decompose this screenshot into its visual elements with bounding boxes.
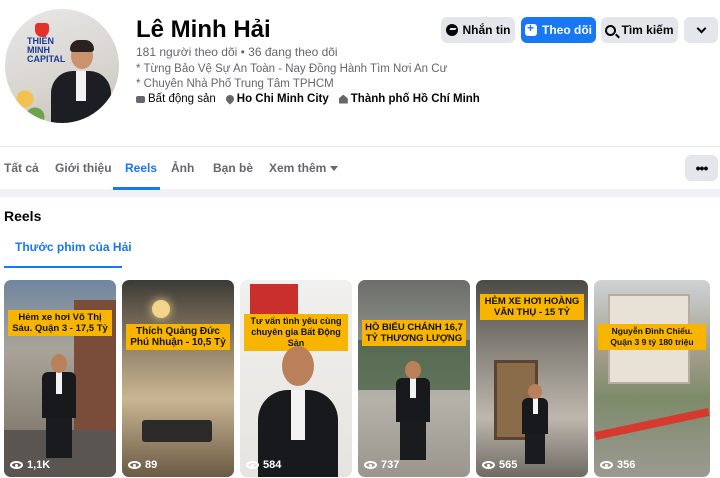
tab-about[interactable]: Giới thiệu — [55, 161, 112, 175]
eye-icon — [246, 461, 259, 469]
bio-line-2: * Chuyên Nhà Phố Trung Tâm TPHCM — [136, 78, 334, 90]
reel-person-head — [282, 346, 314, 386]
reel-views: 1,1K — [10, 459, 50, 471]
message-button[interactable]: Nhắn tin — [441, 17, 515, 43]
active-tab-indicator — [113, 187, 160, 190]
briefcase-icon — [136, 95, 145, 103]
eye-icon — [364, 461, 377, 469]
home-icon — [338, 94, 348, 104]
reel-views: 356 — [600, 459, 635, 471]
tab-all[interactable]: Tất cả — [4, 161, 39, 175]
ellipsis-icon: ••• — [695, 160, 709, 176]
avatar-person-hair — [70, 40, 94, 52]
reel-caption: HẺM XE HƠI HOÀNG VĂN THỤ - 15 TỶ — [480, 294, 584, 320]
reel-caption: Thích Quảng Đức Phú Nhuận - 10,5 Tỷ — [126, 324, 230, 350]
profile-tabs: Tất cả Giới thiệu Reels Ảnh Bạn bè Xem t… — [0, 146, 720, 190]
reel-card[interactable]: HỒ BIỂU CHÁNH 16,7 TỶ THƯƠNG LƯỢNG 737 — [358, 280, 470, 477]
reel-views-count: 565 — [499, 459, 518, 471]
reel-card[interactable]: Hẻm xe hơi Võ Thị Sáu. Quận 3 - 17,5 Tỷ … — [4, 280, 116, 477]
follow-button[interactable]: Theo dõi — [521, 17, 596, 43]
avatar-person-shirt — [76, 71, 86, 101]
reel-person-shirt — [533, 398, 538, 414]
tab-reels[interactable]: Reels — [125, 161, 157, 175]
info-category: Bất động sản — [136, 93, 216, 105]
reel-views: 89 — [128, 459, 157, 471]
tab-friends[interactable]: Bạn bè — [213, 161, 253, 175]
search-button[interactable]: Tìm kiếm — [601, 17, 678, 43]
reel-thumbnail — [122, 280, 234, 477]
avatar-flowers — [5, 79, 49, 123]
reels-subtab[interactable]: Thước phim của Hải — [15, 240, 132, 254]
messenger-icon — [445, 24, 458, 36]
avatar-brand-text: THIÊN MINH CAPITAL — [27, 36, 66, 64]
reel-card[interactable]: Nguyễn Đình Chiểu. Quận 3 9 tỷ 180 triệu… — [594, 280, 710, 477]
tab-see-more[interactable]: Xem thêm — [269, 161, 339, 175]
info-category-label: Bất động sản — [148, 93, 216, 105]
reel-views-count: 89 — [145, 459, 158, 471]
reels-subtab-indicator — [4, 266, 122, 268]
follow-icon — [525, 21, 537, 36]
tab-see-more-label: Xem thêm — [269, 161, 327, 175]
eye-icon — [482, 461, 495, 469]
reel-person-legs — [400, 422, 426, 460]
brand-logo-icon — [35, 23, 49, 37]
profile-name: Lê Minh Hải — [136, 16, 271, 43]
reel-views: 565 — [482, 459, 517, 471]
more-options-button[interactable] — [684, 17, 718, 43]
reel-table — [142, 420, 212, 442]
reel-views-count: 737 — [381, 459, 400, 471]
profile-header: THIÊN MINH CAPITAL Lê Minh Hải 181 người… — [0, 0, 720, 146]
reel-flags — [594, 408, 710, 440]
reel-card[interactable]: Thích Quảng Đức Phú Nhuận - 10,5 Tỷ 89 — [122, 280, 234, 477]
search-icon — [605, 24, 617, 36]
reels-section: Reels Thước phim của Hải Hẻm xe hơi Võ T… — [0, 197, 720, 478]
chevron-down-icon — [696, 23, 706, 33]
reel-card[interactable]: HẺM XE HƠI HOÀNG VĂN THỤ - 15 TỶ 565 — [476, 280, 588, 477]
followers-count[interactable]: 181 người theo dõi • 36 đang theo dõi — [136, 45, 338, 59]
tabs-more-button[interactable]: ••• — [685, 155, 718, 181]
reels-title: Reels — [4, 208, 42, 224]
reel-person-shirt — [410, 378, 416, 398]
reel-views: 737 — [364, 459, 399, 471]
caret-down-icon — [330, 165, 339, 171]
reel-person-legs — [46, 418, 72, 458]
reel-views-count: 584 — [263, 459, 282, 471]
info-hometown-label[interactable]: Thành phố Hồ Chí Minh — [351, 93, 480, 105]
info-location: Ho Chi Minh City — [224, 93, 329, 105]
reel-card[interactable]: Tư vấn tình yêu cùng chuyên gia Bất Động… — [240, 280, 352, 477]
reel-person-shirt — [291, 390, 305, 440]
reel-person-shirt — [56, 372, 62, 394]
reel-views-count: 356 — [617, 459, 636, 471]
reel-views-count: 1,1K — [27, 459, 51, 471]
reel-light — [152, 300, 170, 318]
profile-avatar[interactable]: THIÊN MINH CAPITAL — [2, 6, 122, 126]
follow-button-label: Theo dõi — [542, 23, 592, 37]
reel-caption: Nguyễn Đình Chiểu. Quận 3 9 tỷ 180 triệu — [598, 324, 706, 350]
reel-person-head — [405, 361, 421, 379]
profile-info-row: Bất động sản Ho Chi Minh City Thành phố … — [136, 93, 480, 105]
reel-views: 584 — [246, 459, 281, 471]
tab-photos[interactable]: Ảnh — [171, 161, 194, 175]
bio-line-1: * Từng Bảo Vệ Sự An Toàn - Nay Đồng Hành… — [136, 63, 448, 75]
reel-caption: Hẻm xe hơi Võ Thị Sáu. Quận 3 - 17,5 Tỷ — [8, 310, 112, 336]
reel-thumbnail — [594, 280, 710, 477]
reel-person-head — [528, 384, 542, 399]
location-pin-icon — [224, 93, 236, 105]
info-location-label[interactable]: Ho Chi Minh City — [237, 93, 329, 105]
search-button-label: Tìm kiếm — [621, 23, 674, 37]
info-hometown: Thành phố Hồ Chí Minh — [338, 93, 480, 105]
reel-person-legs — [525, 434, 545, 464]
eye-icon — [10, 461, 23, 469]
eye-icon — [128, 461, 141, 469]
eye-icon — [600, 461, 613, 469]
reel-caption: HỒ BIỂU CHÁNH 16,7 TỶ THƯƠNG LƯỢNG — [362, 320, 466, 346]
reel-person-head — [51, 354, 67, 373]
message-button-label: Nhắn tin — [462, 23, 511, 37]
